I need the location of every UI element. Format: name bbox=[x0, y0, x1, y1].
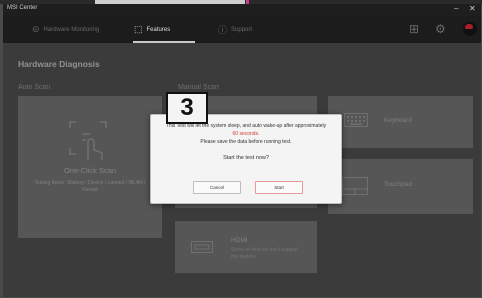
sleep-test-dialog: This Test will let the system sleep, and… bbox=[150, 114, 342, 204]
dialog-question: Start the test now? bbox=[223, 155, 269, 161]
dialog-duration-text: 60 seconds. bbox=[232, 131, 260, 137]
dialog-message-line-3: Please save the data before running test… bbox=[200, 139, 292, 145]
cancel-button[interactable]: Cancel bbox=[193, 181, 241, 194]
minimize-button[interactable]: – bbox=[454, 4, 458, 13]
close-button[interactable]: ✕ bbox=[469, 4, 476, 13]
step-number-badge: 3 bbox=[166, 92, 208, 124]
window-title: MSI Center bbox=[7, 5, 38, 11]
start-button[interactable]: Start bbox=[255, 181, 303, 194]
msi-center-window: MSI Center – ✕ ⊝ Hardware Monitoring ⬚ F… bbox=[3, 4, 481, 297]
title-bar: MSI Center – ✕ bbox=[3, 4, 481, 16]
